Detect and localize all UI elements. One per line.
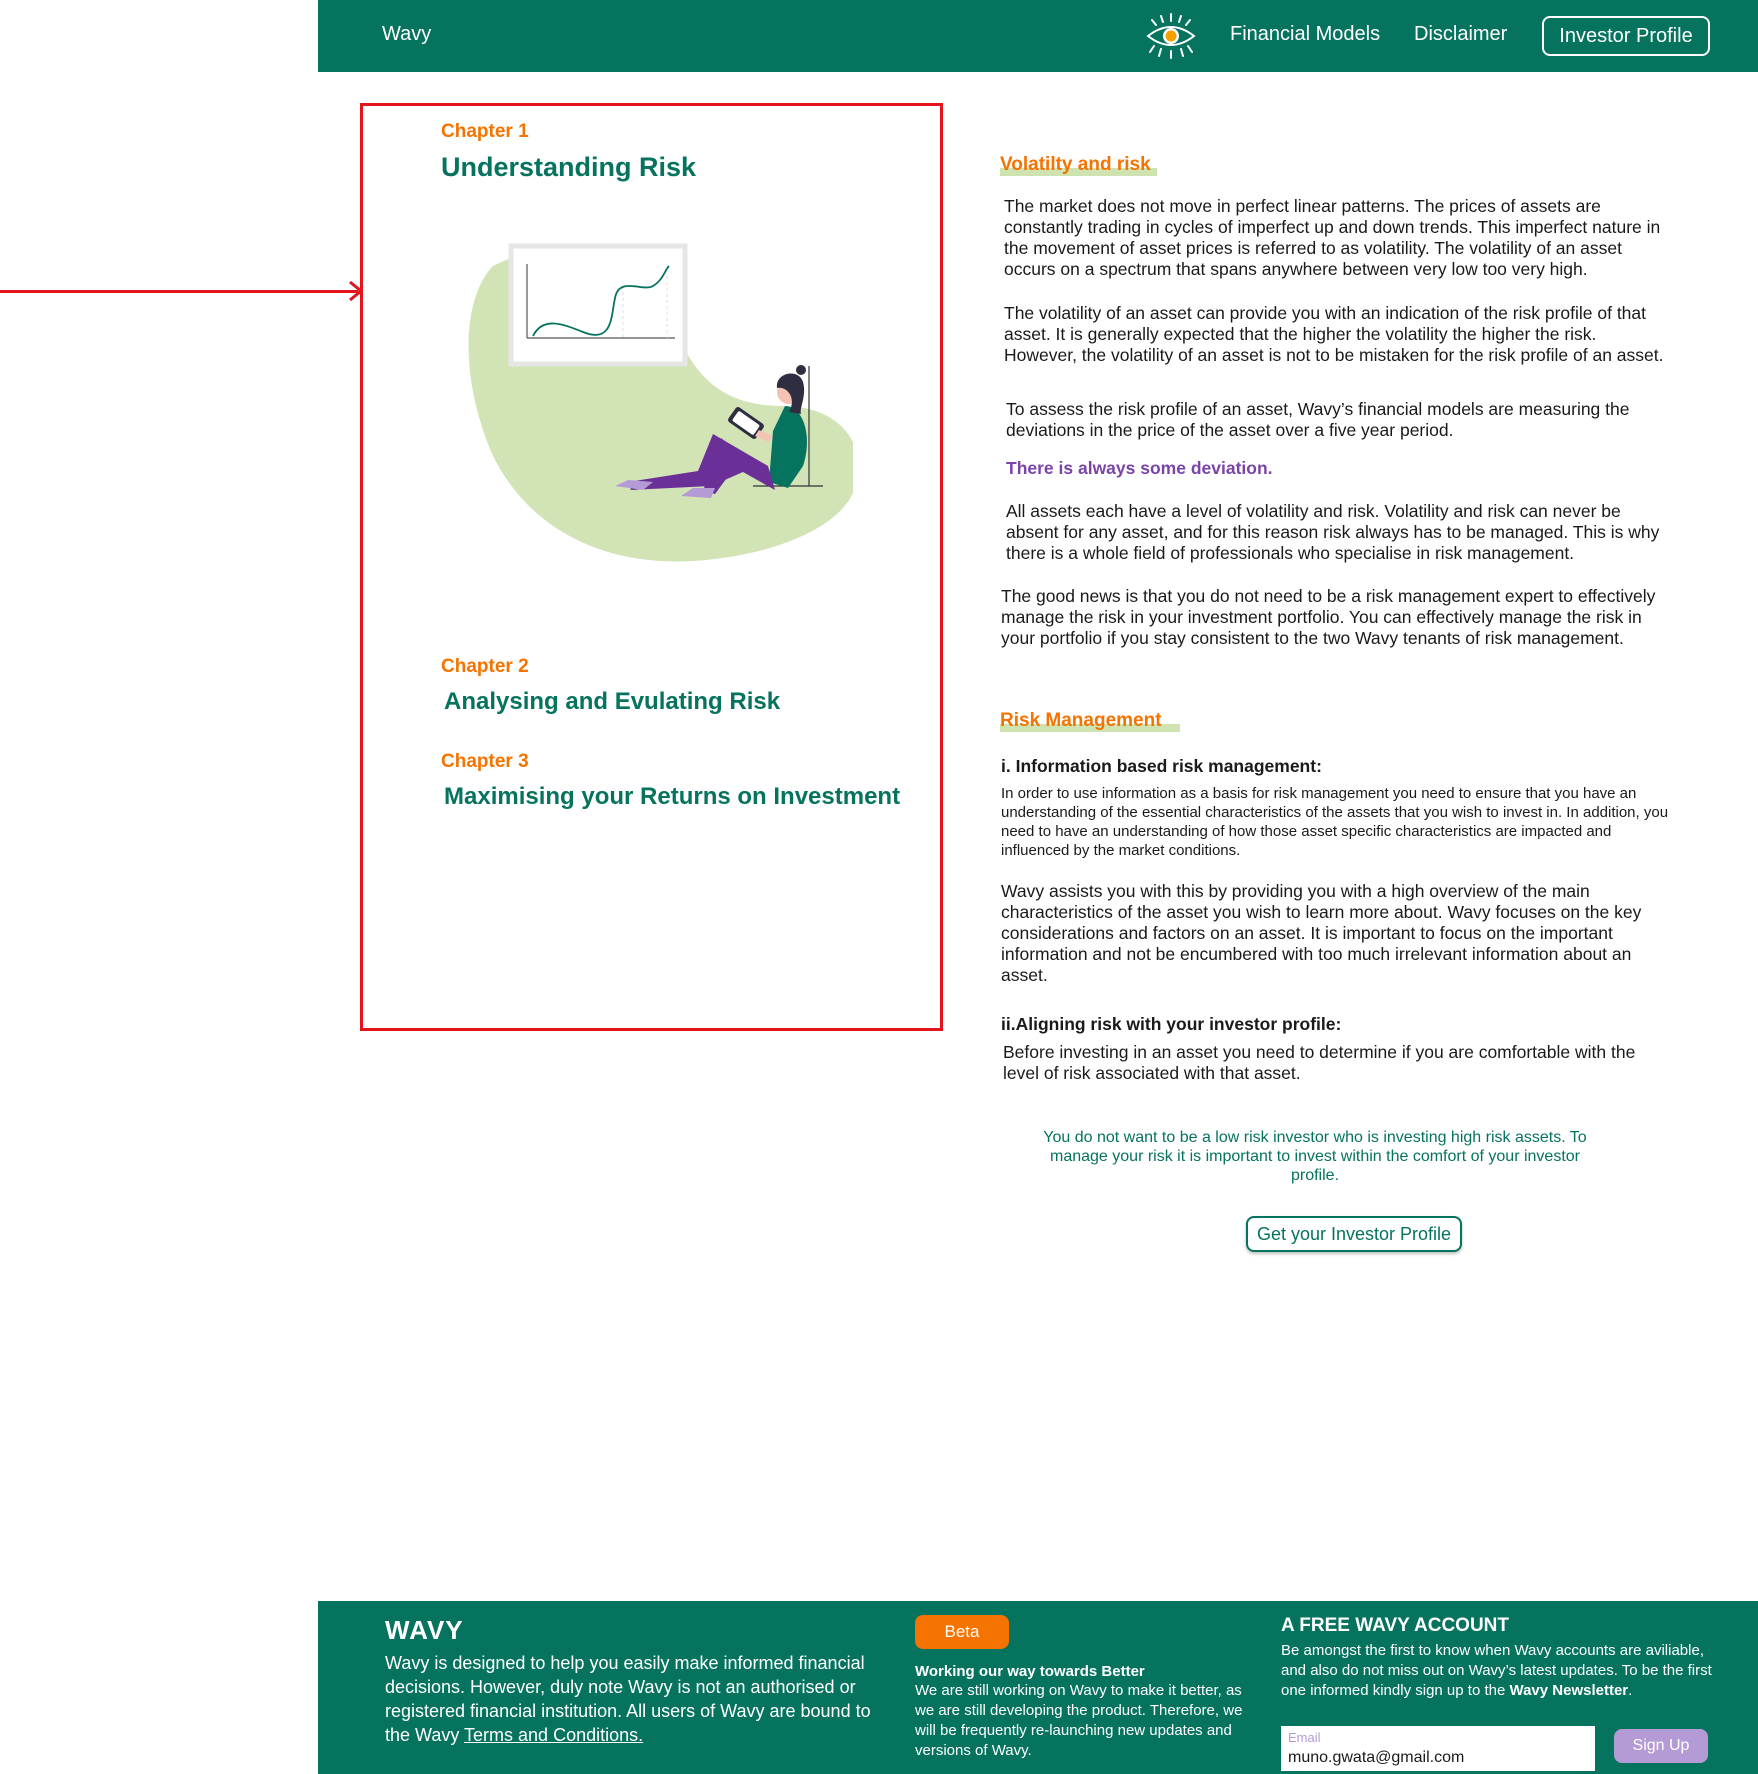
chapter-1-kicker: Chapter 1 — [441, 121, 529, 142]
investor-profile-button[interactable]: Investor Profile — [1542, 16, 1710, 56]
chapter-1-title[interactable]: Understanding Risk — [441, 152, 696, 183]
paragraph-wavy-assists: Wavy assists you with this by providing … — [1001, 881, 1642, 985]
eye-icon[interactable] — [1142, 12, 1200, 60]
nav-financial-models[interactable]: Financial Models — [1230, 23, 1380, 46]
terms-and-conditions-link[interactable]: Terms and Conditions. — [464, 1725, 643, 1745]
newsletter-label: Wavy Newsletter — [1509, 1682, 1629, 1699]
footer-description: Wavy is designed to help you easily make… — [385, 1653, 871, 1745]
paragraph-risk-assessment: To assess the risk profile of an asset, … — [1006, 399, 1630, 440]
free-account-text: Be amongst the first to know when Wavy a… — [1281, 1642, 1712, 1699]
chart-reading-illustration — [468, 243, 853, 562]
nav-disclaimer[interactable]: Disclaimer — [1414, 23, 1507, 46]
email-value[interactable]: muno.gwata@gmail.com — [1288, 1749, 1464, 1767]
sign-up-button[interactable]: Sign Up — [1614, 1729, 1708, 1763]
paragraph-information-basis: In order to use information as a basis f… — [1001, 785, 1669, 859]
footer-logo: WAVY — [385, 1615, 464, 1645]
chapter-2-title[interactable]: Analysing and Evulating Risk — [444, 688, 780, 716]
callout-deviation: There is always some deviation. — [1006, 458, 1273, 478]
get-investor-profile-button[interactable]: Get your Investor Profile — [1246, 1216, 1462, 1252]
chapter-2-kicker: Chapter 2 — [441, 656, 529, 677]
investor-profile-quote: You do not want to be a low risk investo… — [1043, 1129, 1587, 1184]
risk-management-heading: Risk Management — [1000, 710, 1180, 732]
volatility-heading: Volatilty and risk — [1000, 154, 1157, 176]
email-field[interactable]: Email muno.gwata@gmail.com — [1281, 1726, 1595, 1771]
top-nav-bar: Wavy Financial Models Disclaimer Investo… — [318, 0, 1758, 72]
paragraph-market-patterns: The market does not move in perfect line… — [1004, 196, 1661, 279]
chapter-3-title[interactable]: Maximising your Returns on Investment — [444, 783, 900, 811]
paragraph-all-assets: All assets each have a level of volatili… — [1006, 501, 1660, 563]
working-heading: Working our way towards Better — [915, 1663, 1145, 1680]
paragraph-before-investing: Before investing in an asset you need to… — [1003, 1042, 1636, 1083]
sub-heading-information: i. Information based risk management: — [1001, 756, 1322, 776]
paragraph-good-news: The good news is that you do not need to… — [1001, 586, 1656, 648]
brand-logo[interactable]: Wavy — [382, 23, 431, 46]
email-label: Email — [1288, 1730, 1321, 1745]
paragraph-volatility-risk: The volatility of an asset can provide y… — [1004, 303, 1664, 365]
annotation-arrow-line — [0, 290, 358, 293]
free-account-heading: A FREE WAVY ACCOUNT — [1281, 1615, 1510, 1636]
footer: WAVY Wavy is designed to help you easily… — [318, 1601, 1758, 1774]
chapters-panel: Chapter 1 Understanding Risk Chapter 2 A… — [360, 103, 943, 1031]
chapter-3-kicker: Chapter 3 — [441, 751, 529, 772]
beta-badge: Beta — [915, 1615, 1009, 1649]
working-text: We are still working on Wavy to make it … — [915, 1682, 1243, 1759]
sub-heading-aligning: ii.Aligning risk with your investor prof… — [1001, 1014, 1342, 1034]
